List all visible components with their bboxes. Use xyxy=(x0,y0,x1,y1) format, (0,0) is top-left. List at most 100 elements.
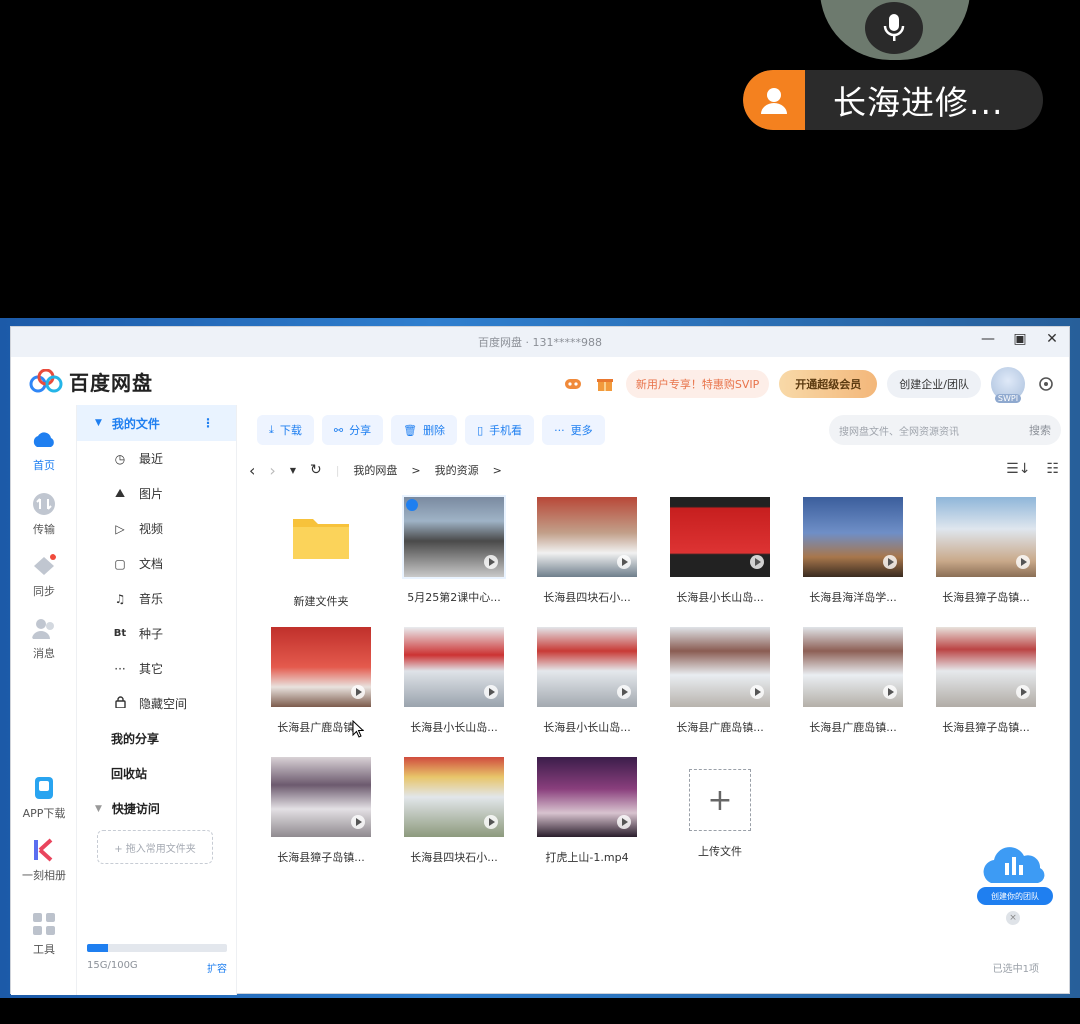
phone-view-button[interactable]: ▯ 手机看 xyxy=(465,415,535,445)
my-files-nav[interactable]: ▼ 我的文件 ⋮ xyxy=(77,405,236,441)
sidebar-item-torrents[interactable]: Bt 种子 xyxy=(77,616,236,651)
sidebar-item-recycle-bin[interactable]: 回收站 xyxy=(77,756,236,791)
video-tile[interactable]: 长海县四块石小... xyxy=(394,757,514,865)
list-view-icon[interactable]: ☷ xyxy=(1046,461,1059,477)
video-tile[interactable]: 长海县獐子岛镇... xyxy=(261,757,381,865)
close-icon[interactable]: × xyxy=(1006,911,1020,925)
sidebar-item-music[interactable]: ♫ 音乐 xyxy=(77,581,236,616)
minimize-icon[interactable]: — xyxy=(981,331,995,347)
video-tile[interactable]: 长海县小长山岛... xyxy=(527,627,647,735)
download-button[interactable]: ⤓ 下载 xyxy=(257,415,314,445)
download-label: 下载 xyxy=(279,424,302,437)
rail-item-messages[interactable]: 消息 xyxy=(11,615,77,661)
sidebar-item-other[interactable]: ··· 其它 xyxy=(77,651,236,686)
video-tile[interactable]: 5月25第2课中心... xyxy=(394,495,514,605)
app-window: 百度网盘 · 131*****988 — ▣ ✕ 百度网盘 新用户专享！特惠购S… xyxy=(10,326,1070,995)
file-name: 5月25第2课中心... xyxy=(407,591,501,604)
play-icon xyxy=(484,685,498,699)
my-files-label: 我的文件 xyxy=(111,416,160,431)
quick-access-label: 快捷访问 xyxy=(111,802,160,816)
maximize-icon[interactable]: ▣ xyxy=(1013,331,1027,347)
sidebar-item-hidden-space[interactable]: 隐藏空间 xyxy=(77,686,236,721)
history-dropdown-icon[interactable]: ▼ xyxy=(290,466,296,475)
forward-arrow-icon[interactable]: › xyxy=(269,461,275,480)
delete-button[interactable]: 🗑 删除 xyxy=(391,415,458,445)
breadcrumb-root[interactable]: 我的网盘 xyxy=(353,462,397,478)
rail-item-transfer[interactable]: 传输 xyxy=(11,491,77,537)
close-icon[interactable]: ✕ xyxy=(1045,331,1059,347)
rail-item-home[interactable]: 首页 xyxy=(11,427,77,473)
video-tile[interactable]: 长海县广鹿岛镇... xyxy=(793,627,913,735)
sidebar-item-my-share[interactable]: 我的分享 xyxy=(77,721,236,756)
game-icon[interactable] xyxy=(562,373,584,395)
breadcrumb: ‹ › ▼ ↻ | 我的网盘 > 我的资源 > xyxy=(249,457,502,483)
play-icon xyxy=(883,685,897,699)
video-tile[interactable]: 长海县广鹿岛镇... xyxy=(660,627,780,735)
promo-badge[interactable]: 新用户专享！特惠购SVIP xyxy=(625,370,770,398)
refresh-icon[interactable]: ↻ xyxy=(310,462,322,478)
video-tile[interactable]: 长海县小长山岛... xyxy=(660,497,780,605)
file-name: 长海县广鹿岛镇... xyxy=(809,721,897,734)
user-icon xyxy=(743,70,805,130)
quota-fill xyxy=(87,944,108,952)
document-icon: ▢ xyxy=(114,556,126,571)
share-button[interactable]: ⚯ 分享 xyxy=(321,415,384,445)
tools-icon xyxy=(33,913,55,935)
play-icon xyxy=(617,685,631,699)
folder-tile[interactable]: 新建文件夹 xyxy=(261,497,381,609)
quota-bar xyxy=(87,944,227,952)
settings-gear-icon[interactable] xyxy=(1035,373,1057,395)
sidebar-item-documents[interactable]: ▢ 文档 xyxy=(77,546,236,581)
back-arrow-icon[interactable]: ‹ xyxy=(249,461,255,480)
play-icon xyxy=(750,685,764,699)
rail-item-sync[interactable]: 同步 xyxy=(11,553,77,599)
file-name: 长海县獐子岛镇... xyxy=(277,851,365,864)
video-thumbnail xyxy=(670,497,770,577)
logo[interactable]: 百度网盘 xyxy=(29,367,153,396)
sidebar-item-recent[interactable]: ◷ 最近 xyxy=(77,441,236,476)
sort-icon[interactable]: ☰↓ xyxy=(1006,461,1030,477)
breadcrumb-current[interactable]: 我的资源 xyxy=(435,462,479,478)
video-tile[interactable]: 长海县四块石小... xyxy=(527,497,647,605)
file-name: 上传文件 xyxy=(698,845,742,858)
more-button[interactable]: ··· 更多 xyxy=(542,415,605,445)
video-tile[interactable]: 长海县獐子岛镇... xyxy=(926,497,1046,605)
quick-access-header[interactable]: ▼ 快捷访问 xyxy=(77,791,236,826)
quick-access-drop-zone[interactable]: + 拖入常用文件夹 xyxy=(97,830,213,864)
video-tile[interactable]: 打虎上山-1.mp4 xyxy=(527,757,647,865)
plus-icon: + xyxy=(689,769,751,831)
avatar[interactable]: SWPI xyxy=(991,367,1025,403)
more-label: 更多 xyxy=(570,424,593,437)
video-thumbnail xyxy=(803,627,903,707)
download-icon: ⤓ xyxy=(269,423,274,436)
search-input[interactable]: 搜网盘文件、全网资源资讯 搜索 xyxy=(829,415,1061,445)
video-tile[interactable]: 长海县广鹿岛镇... xyxy=(261,627,381,735)
sidebar-item-images[interactable]: ⛰ 图片 xyxy=(77,476,236,511)
upload-tile[interactable]: + 上传文件 xyxy=(660,757,780,859)
video-tile[interactable]: 长海县小长山岛... xyxy=(394,627,514,735)
breadcrumb-separator: > xyxy=(492,463,502,477)
video-tile[interactable]: 长海县獐子岛镇... xyxy=(926,627,1046,735)
rail-item-app-download[interactable]: APP下载 xyxy=(11,775,77,821)
storage-quota: 15G/100G 扩容 xyxy=(87,944,227,975)
gift-icon[interactable] xyxy=(594,373,616,395)
play-icon xyxy=(484,555,498,569)
file-name: 打虎上山-1.mp4 xyxy=(545,851,629,864)
open-svip-button[interactable]: 开通超级会员 xyxy=(779,370,878,398)
sidebar-item-label: 音乐 xyxy=(139,592,164,606)
caller-pill[interactable]: 长海进修... xyxy=(743,70,1043,130)
video-thumbnail xyxy=(537,497,637,577)
create-team-button[interactable]: 创建企业/团队 xyxy=(887,370,981,398)
expand-storage-link[interactable]: 扩容 xyxy=(207,960,227,975)
phone-icon: ▯ xyxy=(477,423,484,437)
file-name: 长海县海洋岛学... xyxy=(809,591,897,604)
mic-icon[interactable] xyxy=(865,2,923,54)
video-tile[interactable]: 长海县海洋岛学... xyxy=(793,497,913,605)
rail-item-album[interactable]: 一刻相册 xyxy=(11,837,77,883)
sidebar-item-videos[interactable]: ▷ 视频 xyxy=(77,511,236,546)
rail-item-tools[interactable]: 工具 xyxy=(11,911,77,957)
create-team-widget[interactable]: 创建你的团队 × xyxy=(977,837,1055,925)
more-vertical-icon[interactable]: ⋮ xyxy=(202,416,214,430)
search-button[interactable]: 搜索 xyxy=(1029,422,1051,438)
selected-check-icon[interactable] xyxy=(406,499,418,511)
